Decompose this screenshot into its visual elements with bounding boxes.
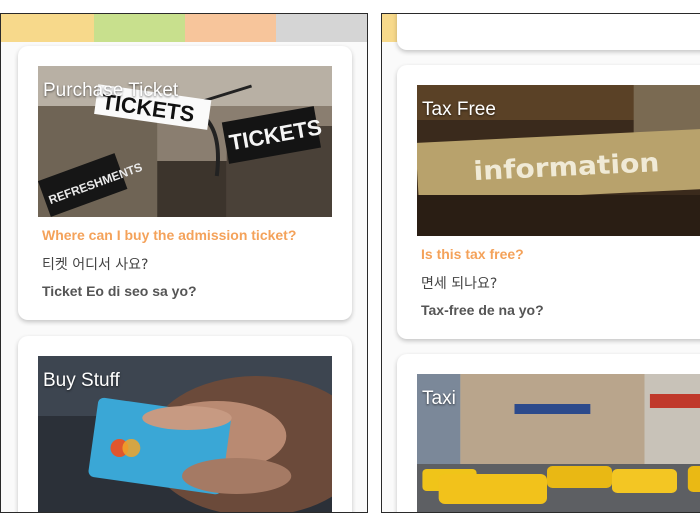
korean-phrase: 면세 되나요? — [421, 273, 497, 293]
phrase-card-tax-free[interactable]: information Tax Free Is this tax free? 면… — [397, 65, 700, 339]
strip-segment-yellow — [1, 14, 94, 42]
strip-segment-orange — [185, 14, 276, 42]
romanized-phrase: Tax-free de na yo? — [421, 302, 544, 318]
color-strip — [1, 14, 367, 42]
phrase-card-purchase-ticket[interactable]: TICKETS TICKETS REFRESHMENTS Purchase Ti… — [18, 46, 352, 320]
card-title: Tax Free — [422, 99, 496, 121]
phrase-card-taxi[interactable]: Taxi — [397, 354, 700, 513]
phone-screen-left: TICKETS TICKETS REFRESHMENTS Purchase Ti… — [0, 13, 368, 513]
strip-segment-green — [94, 14, 186, 42]
strip-segment-gray — [276, 14, 368, 42]
card-title: Purchase Ticket — [43, 80, 178, 102]
card-image-credit-card: Buy Stuff — [38, 356, 332, 513]
english-question: Where can I buy the admission ticket? — [42, 227, 296, 243]
english-question: Is this tax free? — [421, 246, 524, 262]
phone-screen-right: information Tax Free Is this tax free? 면… — [381, 13, 700, 513]
card-image-taxi-street: Taxi — [417, 374, 700, 513]
phrase-card-previous[interactable] — [397, 13, 700, 50]
phrase-card-buy-stuff[interactable]: Buy Stuff — [18, 336, 352, 513]
card-title: Taxi — [422, 388, 456, 410]
romanized-phrase: Ticket Eo di seo sa yo? — [42, 283, 197, 299]
korean-phrase: 티켓 어디서 사요? — [42, 254, 149, 274]
card-title: Buy Stuff — [43, 370, 120, 392]
card-image-information: information Tax Free — [417, 85, 700, 236]
card-image-tickets: TICKETS TICKETS REFRESHMENTS Purchase Ti… — [38, 66, 332, 217]
